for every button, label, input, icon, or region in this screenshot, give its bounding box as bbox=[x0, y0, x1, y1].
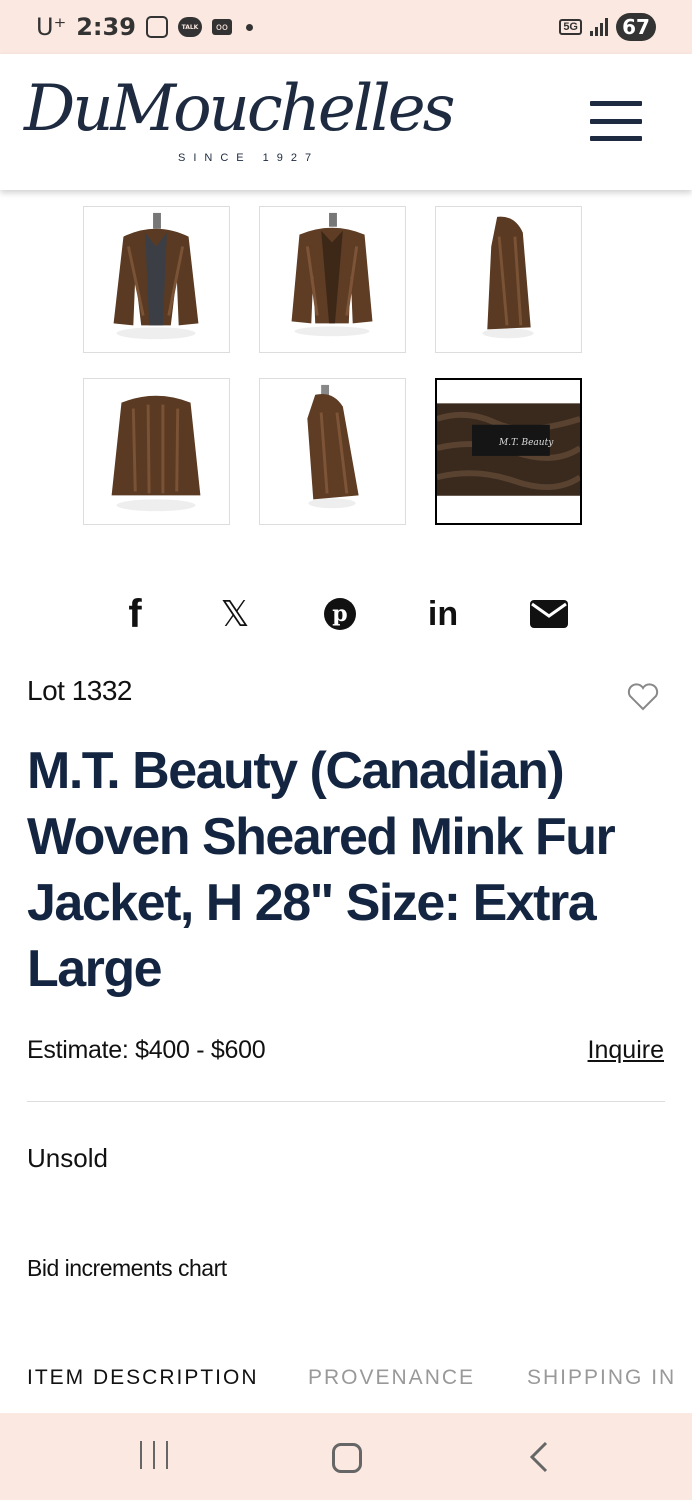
detail-tabs: ITEM DESCRIPTION PROVENANCE SHIPPING IN bbox=[27, 1366, 692, 1398]
thumbnail-front-mannequin[interactable] bbox=[83, 206, 230, 353]
thumbnail-side[interactable] bbox=[435, 206, 582, 353]
inquire-link[interactable]: Inquire bbox=[588, 1036, 664, 1065]
thumbnail-front[interactable] bbox=[259, 206, 406, 353]
estimate-text: Estimate: $400 - $600 bbox=[27, 1036, 266, 1064]
thumbnail-gallery: M.T. Beauty bbox=[83, 206, 583, 525]
thumbnail-side-2[interactable] bbox=[259, 378, 406, 525]
x-icon[interactable]: 𝕏 bbox=[213, 592, 257, 636]
tab-shipping[interactable]: SHIPPING IN bbox=[527, 1366, 676, 1390]
screenshot-icon bbox=[145, 16, 168, 38]
home-icon[interactable] bbox=[332, 1443, 362, 1473]
pinterest-icon[interactable]: p bbox=[318, 592, 362, 636]
linkedin-icon[interactable]: in bbox=[421, 592, 465, 636]
logo-since: SINCE 1927 bbox=[178, 152, 320, 164]
hamburger-icon[interactable] bbox=[590, 101, 642, 141]
heart-icon[interactable] bbox=[627, 683, 659, 711]
divider bbox=[27, 1101, 665, 1102]
network-type-icon: 5G bbox=[559, 19, 582, 35]
email-icon[interactable] bbox=[527, 592, 571, 636]
share-bar: f 𝕏 p in bbox=[0, 592, 692, 636]
thumbnail-label[interactable]: M.T. Beauty bbox=[435, 378, 582, 525]
logo[interactable]: DuMouchelles SINCE 1927 bbox=[24, 72, 455, 182]
facebook-icon[interactable]: f bbox=[113, 592, 157, 636]
system-nav-bar bbox=[0, 1413, 692, 1500]
lot-title: M.T. Beauty (Canadian) Woven Sheared Min… bbox=[27, 742, 616, 998]
signal-icon bbox=[590, 18, 608, 36]
back-icon[interactable] bbox=[528, 1441, 552, 1473]
status-bar: U⁺ 2:39 TALK oo 5G 67 bbox=[0, 0, 692, 54]
talk-icon: TALK bbox=[177, 17, 202, 37]
label-brand-text: M.T. Beauty bbox=[499, 438, 554, 448]
bid-increments-link[interactable]: Bid increments chart bbox=[27, 1255, 227, 1282]
tab-item-description[interactable]: ITEM DESCRIPTION bbox=[27, 1366, 259, 1390]
status-bar-left: U⁺ 2:39 TALK oo bbox=[36, 13, 253, 41]
notification-dot-icon bbox=[245, 23, 253, 31]
recent-apps-icon[interactable] bbox=[140, 1441, 168, 1473]
lot-number: Lot 1332 bbox=[27, 675, 133, 706]
tab-provenance[interactable]: PROVENANCE bbox=[308, 1366, 475, 1390]
battery-icon: 67 bbox=[616, 13, 656, 41]
status-bar-right: 5G 67 bbox=[559, 13, 656, 41]
clock: 2:39 bbox=[76, 13, 136, 41]
logo-wordmark: DuMouchelles bbox=[24, 72, 455, 146]
site-header: DuMouchelles SINCE 1927 bbox=[0, 54, 692, 190]
voicemail-icon: oo bbox=[211, 19, 232, 35]
thumbnail-back[interactable] bbox=[83, 378, 230, 525]
sale-status: Unsold bbox=[27, 1143, 108, 1173]
carrier-label: U⁺ bbox=[36, 13, 67, 41]
